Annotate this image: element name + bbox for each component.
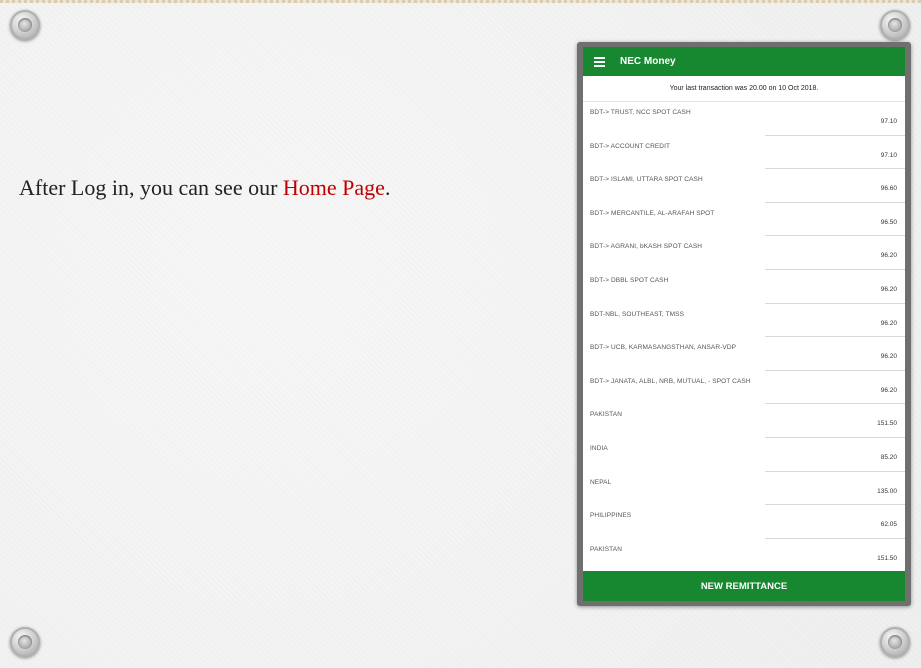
rate-item-name: BDT-> DBBL SPOT CASH [590,276,669,284]
new-remittance-button[interactable]: NEW REMITTANCE [583,571,905,601]
rate-list-item[interactable]: BDT-> TRUST, NCC SPOT CASH 97.10 [583,102,905,136]
rate-list-item[interactable]: BDT-> JANATA, ALBL, NRB, MUTUAL, - SPOT … [583,371,905,405]
rate-item-value: 62.05 [880,521,897,529]
rate-item-name: BDT-> TRUST, NCC SPOT CASH [590,109,691,116]
rate-list-item[interactable]: BDT-> DBBL SPOT CASH 96.20 [583,270,905,304]
rate-list-item[interactable]: BDT-> MERCANTILE, AL-ARAFAH SPOT 96.50 [583,203,905,237]
rate-list-item[interactable]: BDT-> AGRANI, bKASH SPOT CASH 96.20 [583,236,905,270]
rate-item-value: 85.20 [880,453,897,461]
rate-item-value: 97.10 [880,118,897,125]
phone-screenshot-frame: NEC Money Your last transaction was 20.0… [577,42,911,606]
rate-item-name: BDT-> ACCOUNT CREDIT [590,142,671,150]
rate-item-value: 151.50 [877,554,897,562]
screw-icon [880,10,910,40]
rate-item-value: 96.20 [880,285,897,293]
app-title: NEC Money [620,56,676,67]
rate-item-name: BDT-> JANATA, ALBL, NRB, MUTUAL, - SPOT … [590,377,751,385]
caption-suffix: . [384,175,391,200]
slide-top-border [0,0,921,3]
rate-item-value: 151.50 [877,420,897,428]
rate-item-value: 96.60 [880,185,897,193]
rate-item-name: PAKISTAN [590,411,622,419]
rate-item-name: BDT-> AGRANI, bKASH SPOT CASH [590,243,703,251]
rate-list-item[interactable]: NEPAL 135.00 [583,472,905,506]
app-bar: NEC Money [583,47,905,76]
rate-list-item[interactable]: PAKISTAN 151.50 [583,404,905,438]
rate-list-item[interactable]: BDT-NBL, SOUTHEAST, TMSS 96.20 [583,304,905,338]
rate-item-value: 96.20 [880,252,897,260]
rate-item-value: 135.00 [877,487,897,495]
rate-item-value: 96.20 [880,386,897,394]
rate-item-value: 96.20 [880,353,897,361]
caption-prefix: After Log in, you can see our [19,175,283,200]
rate-list-item[interactable]: BDT-> ISLAMI, UTTARA SPOT CASH 96.60 [583,169,905,203]
rate-item-name: BDT-NBL, SOUTHEAST, TMSS [590,310,685,318]
rate-list-item[interactable]: INDIA 85.20 [583,438,905,472]
screw-icon [880,627,910,657]
rate-list-item[interactable]: BDT-> ACCOUNT CREDIT 97.10 [583,136,905,170]
rate-list-item[interactable]: PHILIPPINES 62.05 [583,505,905,539]
rate-item-name: PAKISTAN [590,545,622,553]
rate-list: BDT-> TRUST, NCC SPOT CASH 97.10 BDT-> ACC… [583,102,905,572]
rate-list-item[interactable]: BDT-> UCB, KARMASANGSTHAN, ANSAR-VDP 96.2… [583,337,905,371]
rate-item-name: BDT-> UCB, KARMASANGSTHAN, ANSAR-VDP [590,344,737,352]
rate-item-value: 96.50 [880,218,897,226]
screw-icon [10,10,40,40]
rate-item-name: BDT-> ISLAMI, UTTARA SPOT CASH [590,176,703,184]
rate-item-name: NEPAL [590,478,612,486]
rate-item-name: PHILIPPINES [590,512,632,520]
screw-icon [10,627,40,657]
last-transaction-text: Your last transaction was 20.00 on 10 Oc… [583,76,905,102]
slide-caption: After Log in, you can see our Home Page. [19,175,390,201]
rate-item-name: INDIA [590,444,608,452]
rate-item-name: BDT-> MERCANTILE, AL-ARAFAH SPOT [590,209,715,217]
rate-item-value: 96.20 [880,319,897,327]
caption-highlight: Home Page [282,175,385,200]
hamburger-menu-icon[interactable] [594,56,608,67]
rate-list-item[interactable]: PAKISTAN 151.50 [583,539,905,573]
rate-item-value: 97.10 [880,151,897,159]
app-screen: NEC Money Your last transaction was 20.0… [583,47,905,601]
